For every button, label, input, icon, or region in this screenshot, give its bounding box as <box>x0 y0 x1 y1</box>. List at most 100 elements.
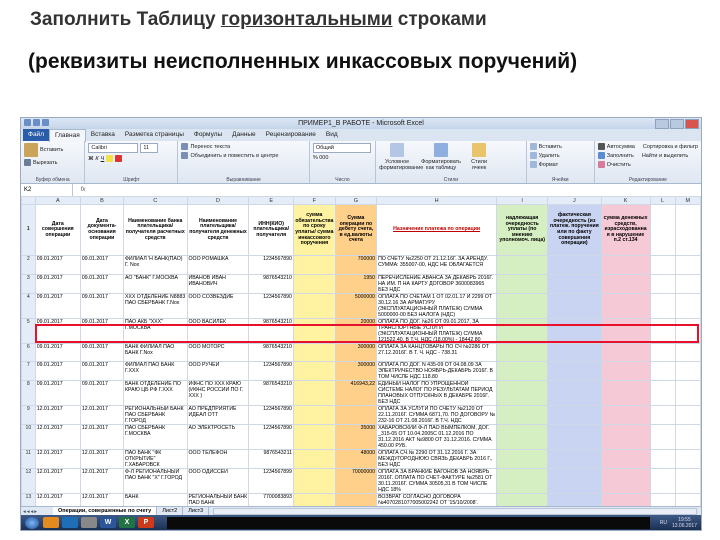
cell-a[interactable]: 09.01.2017 <box>34 342 81 362</box>
font-name-select[interactable]: Calibri <box>88 143 139 153</box>
format-cells-button[interactable]: Формат <box>529 161 591 168</box>
row-header[interactable]: 10 <box>21 424 36 450</box>
percent-button[interactable]: % 000 <box>313 155 329 161</box>
cell-a[interactable]: 12.01.2017 <box>34 405 81 425</box>
cell-f[interactable] <box>292 255 336 275</box>
column-header-k[interactable]: K <box>600 196 651 205</box>
cell-d[interactable]: ООО СОЗВЕЗДИЕ <box>186 292 250 319</box>
cell-k[interactable] <box>600 405 651 425</box>
cell-g[interactable]: 35000 <box>334 424 378 450</box>
cell-l[interactable] <box>649 380 676 406</box>
cell-d[interactable]: ООО РОМАШКА <box>186 255 250 275</box>
cell-j[interactable] <box>547 317 602 344</box>
cell-e[interactable]: 9876543210 <box>248 342 294 362</box>
cell-e[interactable]: 9876543210 <box>248 273 294 294</box>
bold-button[interactable]: Ж <box>88 156 93 162</box>
cell-l[interactable] <box>649 493 676 506</box>
cell-e[interactable]: 9876543210 <box>248 380 294 406</box>
cell-d[interactable]: ООО РУЧЕЙ <box>186 361 250 381</box>
merge-button[interactable]: Объединить и поместить в центре <box>181 152 305 159</box>
cell-k[interactable] <box>600 361 651 381</box>
column-header-i[interactable]: I <box>496 196 549 205</box>
cell-f[interactable] <box>292 361 336 381</box>
fx-icon[interactable]: fx <box>73 187 93 193</box>
header-cell-k[interactable]: сумма денежных средств, израсходованна я… <box>600 204 651 256</box>
sort-label[interactable]: Сортировка и фильтр <box>643 144 698 150</box>
cell-j[interactable] <box>547 405 602 425</box>
cell-j[interactable] <box>547 493 602 506</box>
clear-button[interactable]: Очистить <box>597 161 698 168</box>
cell-a[interactable]: 12.01.2017 <box>34 468 81 494</box>
cell-i[interactable] <box>496 255 549 275</box>
row-header[interactable]: 4 <box>21 292 36 319</box>
cell-g[interactable]: 700000 <box>334 255 378 275</box>
horizontal-scrollbar[interactable] <box>213 508 697 515</box>
row-header[interactable]: 8 <box>21 380 36 406</box>
underline-button[interactable]: Ч <box>101 156 105 162</box>
delete-cells-button[interactable]: Удалить <box>529 152 591 159</box>
cell-f[interactable] <box>292 424 336 450</box>
maximize-icon[interactable] <box>670 119 684 129</box>
cell-b[interactable]: 09.01.2017 <box>79 342 124 362</box>
header-cell-g[interactable]: Сумма операции по дебету счета, в ед.вал… <box>334 204 378 256</box>
cell-g[interactable] <box>334 405 378 425</box>
cell-e[interactable]: 1234567890 <box>248 424 294 450</box>
tab-data[interactable]: Данные <box>227 129 260 141</box>
tab-page-layout[interactable]: Разметка страницы <box>120 129 189 141</box>
cell-c[interactable]: ФИЛИАЛ ПАО БАНК Г.XXX <box>122 361 188 381</box>
column-header-b[interactable]: B <box>79 196 124 205</box>
cell-d[interactable]: ООО ТЕЛЕФОН <box>186 449 250 469</box>
language-indicator[interactable]: RU <box>660 520 667 526</box>
cell-c[interactable]: Ф-Л РЕГИОНАЛЬНЫЙ ПАО БАНК "Х" Г.ГОРОД <box>122 468 188 494</box>
cell-f[interactable] <box>292 468 336 494</box>
tab-formulas[interactable]: Формулы <box>189 129 227 141</box>
cell-h[interactable]: ЕДИНЫЙ НАЛОГ ПО УПРОЩЕННОЙ СИСТЕМЕ НАЛОГ… <box>376 380 498 406</box>
cell-j[interactable] <box>547 380 602 406</box>
cell-c[interactable]: РЕГИОНАЛЬНЫЙ БАНК ПАО СБЕРБАНК Г.ГОРОД <box>122 405 188 425</box>
cell-i[interactable] <box>496 493 549 506</box>
cell-m[interactable] <box>674 493 701 506</box>
name-box[interactable]: K2 <box>21 184 73 196</box>
cell-m[interactable] <box>674 380 701 406</box>
cell-k[interactable] <box>600 424 651 450</box>
excel-logo-icon[interactable] <box>24 119 31 126</box>
cell-c[interactable]: XXX ОТДЕЛЕНИЕ N8883 ПАО СБЕРБАНК Г.Nох <box>122 292 188 319</box>
cell-f[interactable] <box>292 317 336 344</box>
cell-i[interactable] <box>496 342 549 362</box>
cell-a[interactable]: 09.01.2017 <box>34 292 81 319</box>
media-icon[interactable] <box>81 517 97 528</box>
cell-m[interactable] <box>674 468 701 494</box>
cell-h[interactable]: ОПЛАТА ЗА УСЛУГИ ПО СЧЕТУ №2120 ОТ 22.11… <box>376 405 498 425</box>
cell-h[interactable]: ОПЛАТА ЗА КАНЦТОВАРЫ ПО СЧ №2286 ОТ 27.1… <box>376 342 498 362</box>
cell-i[interactable] <box>496 424 549 450</box>
cell-j[interactable] <box>547 361 602 381</box>
cell-i[interactable] <box>496 380 549 406</box>
cell-b[interactable]: 12.01.2017 <box>79 424 124 450</box>
cell-m[interactable] <box>674 361 701 381</box>
row-header[interactable]: 5 <box>21 317 36 344</box>
cell-k[interactable] <box>600 255 651 275</box>
cell-d[interactable]: ИВАНОВ ИВАН ИВАНОВИЧ <box>186 273 250 294</box>
cell-h[interactable]: ОПЛАТА ПО ДОГ. №26 ОТ 09.01.2017, ЗА ТРА… <box>376 317 498 344</box>
cell-b[interactable]: 12.01.2017 <box>79 493 124 506</box>
column-header-a[interactable]: A <box>34 196 81 205</box>
word-icon[interactable]: W <box>100 517 116 528</box>
cell-e[interactable]: 1234567890 <box>248 255 294 275</box>
cell-l[interactable] <box>649 292 676 319</box>
cell-j[interactable] <box>547 342 602 362</box>
cell-a[interactable]: 09.01.2017 <box>34 255 81 275</box>
cell-l[interactable] <box>649 405 676 425</box>
header-cell-e[interactable]: ИНН(КИО) плательщика/ получателя <box>248 204 294 256</box>
column-header-g[interactable]: G <box>334 196 378 205</box>
cell-e[interactable]: 7700083893 <box>248 493 294 506</box>
cell-d[interactable]: АО ПРЕДПРИЯТИЕ ИДЕАЛ ОТТ <box>186 405 250 425</box>
cell-g[interactable]: 416943,22 <box>334 380 378 406</box>
close-icon[interactable] <box>685 119 699 129</box>
cell-m[interactable] <box>674 449 701 469</box>
cell-k[interactable] <box>600 449 651 469</box>
cell-e[interactable]: 1234567899 <box>248 468 294 494</box>
column-header-j[interactable]: J <box>547 196 602 205</box>
cell-h[interactable]: ВОЗВРАТ СОГЛАСНО ДОГОВОРА №4070281077005… <box>376 493 498 506</box>
cell-h[interactable]: ПЕРЕЧИСЛЕНИЕ АВАНСА ЗА ДЕКАБРЬ 2016Г. НА… <box>376 273 498 294</box>
sheet-nav-arrows[interactable]: ◂◂◂▸ <box>21 509 53 515</box>
